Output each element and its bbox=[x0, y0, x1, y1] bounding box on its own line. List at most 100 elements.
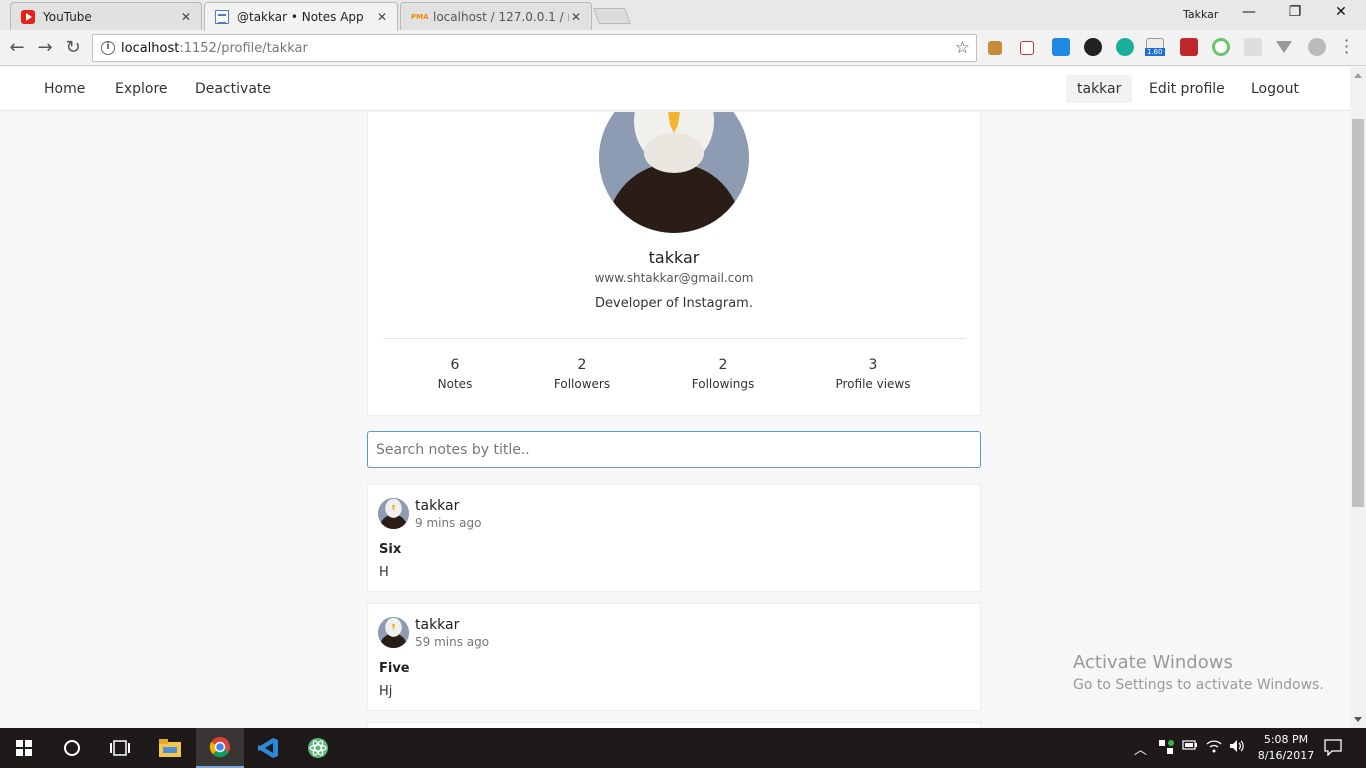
note-author[interactable]: takkar bbox=[415, 617, 459, 633]
tab-label: @takkar • Notes App bbox=[237, 10, 364, 24]
note-timestamp: 59 mins ago bbox=[415, 635, 490, 649]
tab-phpmyadmin[interactable]: PMA localhost / 127.0.0.1 / no ✕ bbox=[400, 2, 592, 30]
address-bar[interactable]: i localhost:1152/profile/takkar ☆ bbox=[92, 34, 977, 62]
close-icon[interactable]: ✕ bbox=[569, 10, 583, 24]
profile-username: takkar bbox=[648, 248, 700, 267]
note-card[interactable]: takkar 9 mins ago Six H bbox=[367, 484, 981, 592]
menu-icon[interactable]: · · · bbox=[1344, 33, 1350, 61]
stat-value: 6 bbox=[450, 357, 460, 373]
stat-label: Notes bbox=[437, 377, 473, 391]
extension-icon[interactable] bbox=[1084, 38, 1102, 56]
scroll-up-arrow-icon[interactable] bbox=[1354, 73, 1362, 78]
tab-notes-app[interactable]: @takkar • Notes App ✕ bbox=[204, 2, 398, 31]
volume-icon[interactable] bbox=[1229, 739, 1245, 757]
extension-icon[interactable] bbox=[1116, 38, 1134, 56]
extension-icon[interactable] bbox=[1212, 38, 1230, 56]
stat-label: Followings bbox=[691, 377, 755, 391]
stat-value: 2 bbox=[577, 357, 587, 373]
watermark-subtitle: Go to Settings to activate Windows. bbox=[1073, 677, 1324, 693]
nav-user-profile[interactable]: takkar bbox=[1066, 75, 1133, 103]
note-timestamp: 9 mins ago bbox=[415, 516, 482, 530]
wifi-icon[interactable] bbox=[1206, 739, 1222, 757]
reload-icon[interactable]: ↻ bbox=[62, 37, 84, 59]
atom-icon[interactable] bbox=[294, 728, 342, 768]
activate-windows-watermark: Activate Windows Go to Settings to activ… bbox=[1073, 652, 1324, 693]
show-hidden-icons-chevron-icon[interactable]: ︿ bbox=[1134, 739, 1147, 758]
tab-youtube[interactable]: YouTube ✕ bbox=[10, 2, 202, 30]
windows-start-icon[interactable] bbox=[0, 728, 48, 768]
bookmark-star-icon[interactable]: ☆ bbox=[955, 38, 970, 58]
taskbar-clock[interactable]: 5:08 PM 8/16/2017 bbox=[1254, 732, 1318, 764]
clock-date: 8/16/2017 bbox=[1257, 749, 1315, 762]
phpmyadmin-icon: PMA bbox=[411, 12, 429, 21]
document-icon bbox=[215, 10, 229, 24]
nav-logout[interactable]: Logout bbox=[1251, 67, 1299, 111]
youtube-icon bbox=[21, 9, 35, 24]
tab-label: YouTube bbox=[43, 9, 92, 24]
nav-explore[interactable]: Explore bbox=[115, 67, 168, 111]
avatar[interactable] bbox=[378, 617, 409, 648]
speed-icon[interactable]: 1.60 bbox=[1145, 38, 1165, 56]
note-title[interactable]: Five bbox=[379, 661, 410, 676]
download-icon[interactable] bbox=[1052, 38, 1070, 56]
file-explorer-icon[interactable] bbox=[146, 728, 194, 768]
stat-value: 2 bbox=[718, 357, 728, 373]
note-body: Hj bbox=[379, 684, 393, 699]
close-icon[interactable]: ✕ bbox=[179, 10, 193, 24]
search-icon[interactable] bbox=[48, 728, 96, 768]
divider bbox=[383, 338, 966, 339]
profile-bio: Developer of Instagram. bbox=[595, 296, 753, 311]
stat-followings[interactable]: 2 Followings bbox=[678, 357, 768, 391]
profile-email: www.shtakkar@gmail.com bbox=[594, 271, 754, 285]
stat-notes[interactable]: 6 Notes bbox=[425, 357, 485, 391]
task-view-icon[interactable] bbox=[96, 728, 144, 768]
minimize-icon[interactable]: — bbox=[1226, 4, 1272, 24]
stat-label: Followers bbox=[553, 377, 611, 391]
note-body: H bbox=[379, 565, 389, 580]
nav-deactivate[interactable]: Deactivate bbox=[195, 67, 271, 111]
forward-icon[interactable]: → bbox=[34, 37, 56, 59]
windows-taskbar: ︿ 5:08 PM 8/16/2017 bbox=[0, 728, 1366, 768]
network-share-icon[interactable] bbox=[1158, 739, 1174, 759]
clock-time: 5:08 PM bbox=[1263, 733, 1309, 746]
browser-toolbar: ← → ↻ i localhost:1152/profile/takkar ☆ … bbox=[0, 30, 1366, 66]
stat-followers[interactable]: 2 Followers bbox=[542, 357, 622, 391]
page-content: takkar www.shtakkar@gmail.com Developer … bbox=[0, 112, 1350, 728]
watermark-title: Activate Windows bbox=[1073, 652, 1233, 673]
browser-tab-strip: YouTube ✕ @takkar • Notes App ✕ PMA loca… bbox=[0, 0, 1366, 31]
back-icon[interactable]: ← bbox=[6, 37, 28, 59]
info-icon[interactable]: i bbox=[101, 41, 115, 55]
nav-edit-profile[interactable]: Edit profile bbox=[1149, 67, 1225, 111]
chrome-icon[interactable] bbox=[196, 728, 244, 768]
restore-icon[interactable]: ❐ bbox=[1272, 4, 1318, 24]
close-icon[interactable]: ✕ bbox=[375, 10, 389, 24]
window-close-icon[interactable]: ✕ bbox=[1318, 4, 1364, 24]
extension-icon[interactable] bbox=[1244, 38, 1262, 56]
speed-badge: 1.60 bbox=[1145, 48, 1165, 56]
stat-label: Profile views bbox=[835, 377, 911, 391]
extension-icon[interactable] bbox=[1020, 41, 1034, 55]
scrollbar-thumb[interactable] bbox=[1352, 119, 1364, 507]
extension-icon[interactable] bbox=[1180, 38, 1198, 56]
vscode-icon[interactable] bbox=[244, 728, 292, 768]
note-title[interactable]: Six bbox=[379, 542, 401, 557]
note-card[interactable]: takkar 59 mins ago Five Hj bbox=[367, 603, 981, 711]
stat-value: 3 bbox=[868, 357, 878, 373]
page-scrollbar[interactable] bbox=[1350, 67, 1366, 728]
action-center-icon[interactable] bbox=[1324, 738, 1342, 760]
new-tab-button[interactable] bbox=[593, 8, 631, 24]
profile-card: takkar www.shtakkar@gmail.com Developer … bbox=[367, 112, 981, 416]
profile-avatar bbox=[599, 112, 749, 233]
vue-devtools-icon[interactable] bbox=[1276, 41, 1292, 53]
note-author[interactable]: takkar bbox=[415, 498, 459, 514]
browser-profile-name[interactable]: Takkar bbox=[1183, 8, 1218, 21]
battery-icon[interactable] bbox=[1182, 739, 1198, 755]
url-text[interactable]: localhost:1152/profile/takkar bbox=[121, 41, 308, 56]
extension-icon[interactable] bbox=[988, 41, 1002, 55]
search-notes-input[interactable] bbox=[367, 431, 981, 468]
nav-home[interactable]: Home bbox=[44, 67, 85, 111]
avatar[interactable] bbox=[378, 498, 409, 529]
scroll-down-arrow-icon[interactable] bbox=[1354, 717, 1362, 722]
extension-icon[interactable] bbox=[1308, 38, 1326, 56]
stat-profile-views: 3 Profile views bbox=[818, 357, 928, 391]
